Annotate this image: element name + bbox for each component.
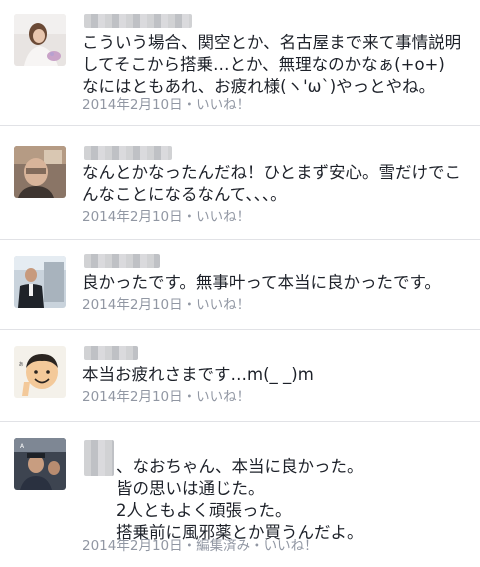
comment-meta: 2014年2月10日・いいね！: [82, 97, 250, 113]
comment-date: 2014年2月10日: [82, 389, 183, 405]
comment-date: 2014年2月10日: [82, 297, 183, 313]
comment-item: A 、なおちゃん、本当に良かった。 皆の思いは通じた。 2人ともよく頑張った。 …: [0, 422, 480, 567]
comment-list: こういう場合、関空とか、名古屋まで来て事情説明してそこから搭乗…とか、無理なのか…: [0, 0, 480, 567]
commenter-name[interactable]: [84, 440, 114, 476]
meta-separator: ・: [182, 389, 197, 405]
avatar[interactable]: A: [14, 438, 66, 490]
commenter-name[interactable]: [84, 254, 160, 268]
comment-meta: 2014年2月10日・いいね！: [82, 389, 250, 405]
meta-separator: ・: [250, 538, 264, 554]
commenter-name[interactable]: [84, 346, 138, 360]
meta-separator: ・: [182, 297, 197, 313]
like-link[interactable]: いいね！: [264, 538, 318, 554]
comment-meta: 2014年2月10日・いいね！: [82, 297, 250, 313]
comment-text: 、なおちゃん、本当に良かった。 皆の思いは通じた。 2人ともよく頑張った。 搭乗…: [116, 457, 364, 542]
comment-meta: 2014年2月10日・いいね！: [82, 209, 250, 225]
commenter-name[interactable]: [84, 146, 172, 160]
svg-text:ぁ: ぁ: [18, 361, 24, 368]
comment-item: ぁ 本当お疲れさまです…m(_ _)m 2014年2月10日・いいね！: [0, 330, 480, 422]
meta-separator: ・: [182, 209, 197, 225]
comment-text: 良かったです。無事叶って本当に良かったです。: [82, 273, 441, 292]
avatar-photo-icon: [14, 256, 66, 308]
comment-date: 2014年2月10日: [82, 97, 183, 113]
avatar[interactable]: [14, 14, 66, 66]
like-link[interactable]: いいね！: [196, 389, 250, 405]
comment-date: 2014年2月10日: [82, 209, 183, 225]
avatar[interactable]: [14, 256, 66, 308]
comment-text: こういう場合、関空とか、名古屋まで来て事情説明してそこから搭乗…とか、無理なのか…: [82, 33, 462, 96]
meta-separator: ・: [182, 97, 197, 113]
avatar-photo-icon: A: [14, 438, 66, 490]
like-link[interactable]: いいね！: [196, 209, 250, 225]
meta-separator: ・: [182, 538, 197, 554]
comment-date: 2014年2月10日: [82, 538, 183, 554]
comment-item: 良かったです。無事叶って本当に良かったです。 2014年2月10日・いいね！: [0, 240, 480, 330]
avatar-photo-icon: [14, 146, 66, 198]
comment-item: こういう場合、関空とか、名古屋まで来て事情説明してそこから搭乗…とか、無理なのか…: [0, 0, 480, 126]
comment-text: なんとかなったんだね！ひとまず安心。雪だけでこんなことになるなんて、、、。: [82, 163, 462, 204]
avatar-photo-icon: [14, 14, 66, 66]
like-link[interactable]: いいね！: [196, 97, 250, 113]
commenter-name[interactable]: [84, 14, 192, 28]
avatar[interactable]: [14, 146, 66, 198]
edited-link[interactable]: 編集済み: [196, 538, 250, 554]
avatar-illustration-icon: ぁ: [14, 346, 66, 398]
comment-meta: 2014年2月10日・編集済み・いいね！: [82, 538, 318, 554]
comment-text: 本当お疲れさまです…m(_ _)m: [82, 365, 314, 384]
like-link[interactable]: いいね！: [196, 297, 250, 313]
avatar[interactable]: ぁ: [14, 346, 66, 398]
comment-item: なんとかなったんだね！ひとまず安心。雪だけでこんなことになるなんて、、、。 20…: [0, 126, 480, 240]
